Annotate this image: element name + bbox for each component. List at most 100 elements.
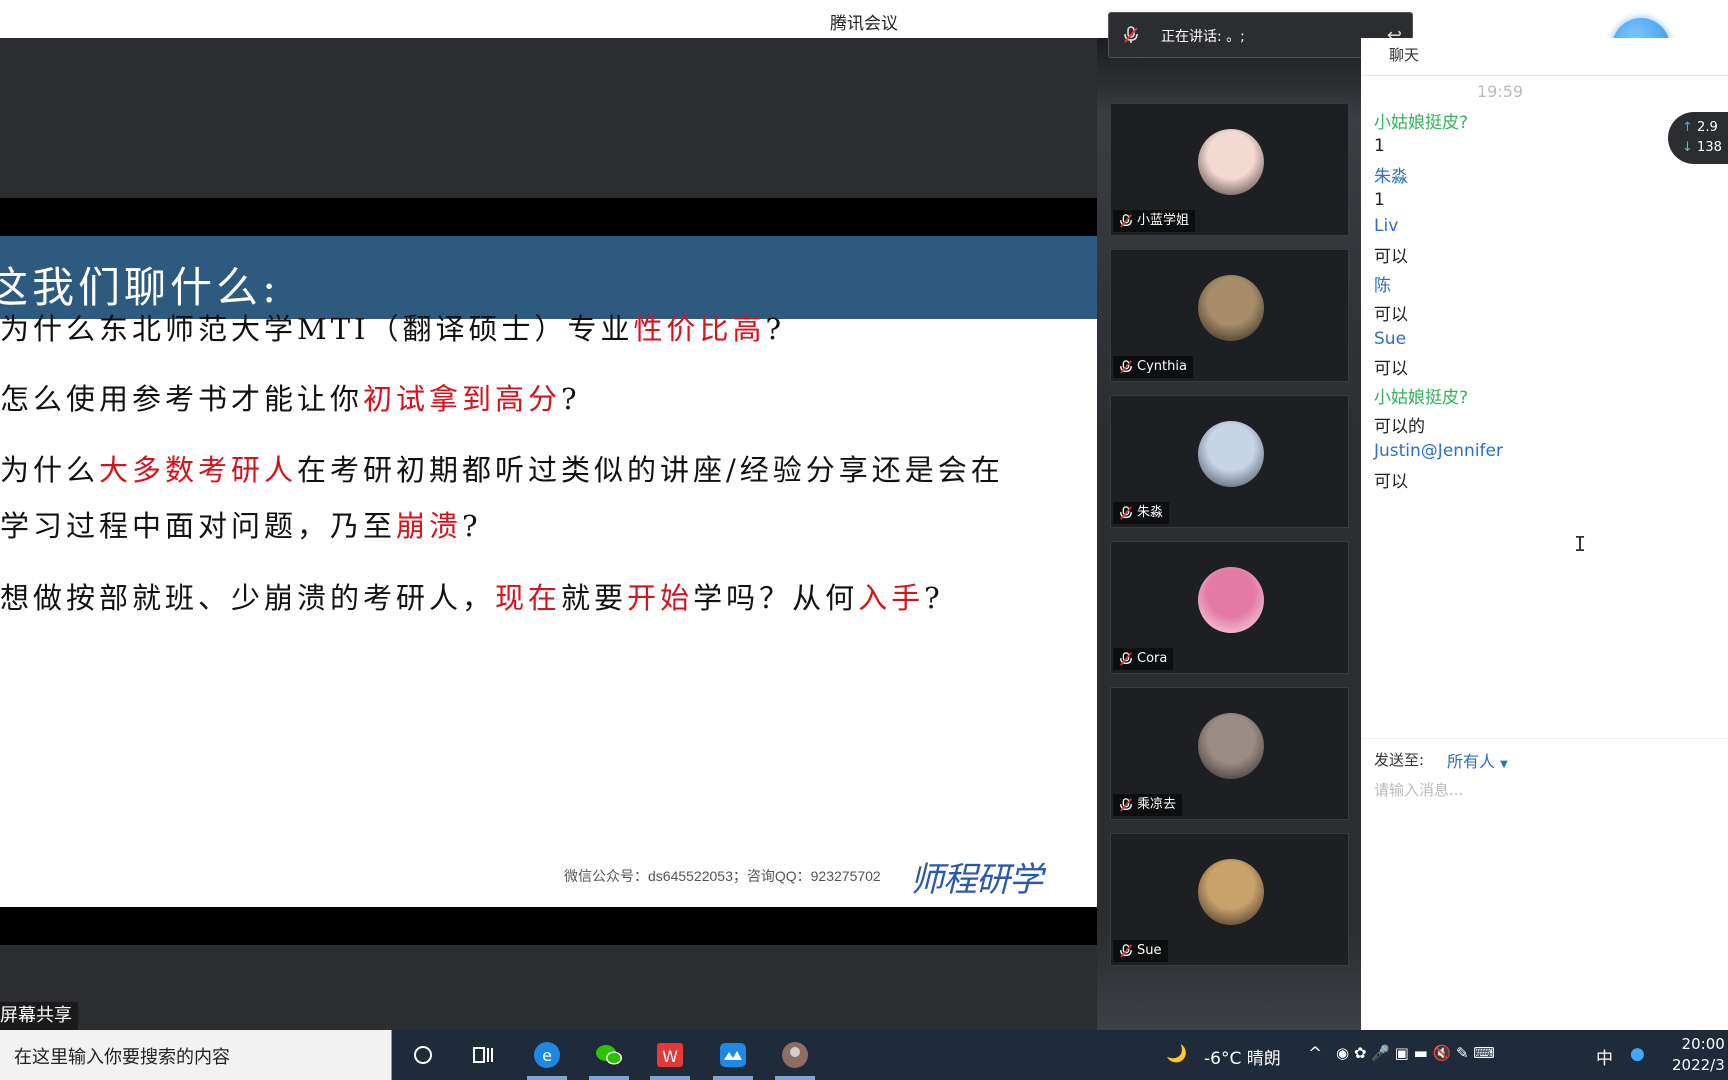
letterbox-top — [0, 198, 1097, 236]
download-arrow-icon: ↓ — [1682, 140, 1693, 155]
slide-text: ? — [561, 382, 581, 416]
participant-name: Cora — [1137, 651, 1168, 666]
presentation-slide: 这我们聊什么: 为什么东北师范大学MTI（翻译硕士）专业性价比高? 怎么使用参考书… — [0, 236, 1097, 907]
participant-name-bar: Cynthia — [1113, 356, 1193, 378]
title-bar: 腾讯会议 — [0, 0, 1728, 38]
text-cursor-icon: I — [1574, 532, 1587, 556]
photo-app-icon[interactable] — [780, 1040, 810, 1070]
participant-name-bar: 朱淼 — [1113, 502, 1170, 524]
slide-footer: 微信公众号：ds645522053；咨询QQ：923275702 — [564, 868, 881, 884]
slide-highlight: 开始 — [627, 581, 694, 615]
chat-message-text: 可以 — [1374, 305, 1408, 325]
mic-muted-icon — [1120, 652, 1132, 666]
moon-icon: 🌙 — [1166, 1044, 1188, 1064]
slide-highlight: 现在 — [495, 581, 562, 615]
tray-icons[interactable]: ◉ ✿ 🎤 ▣ ▬ 🔇 ✎ ⌨ — [1336, 1044, 1495, 1062]
weather-text[interactable]: -6°C 晴朗 — [1204, 1044, 1281, 1069]
chat-message-text: 1 — [1374, 190, 1385, 210]
clock-date: 2022/3 — [1672, 1056, 1725, 1074]
slide-line: 为什么大多数考研人在考研初期都听过类似的讲座/经验分享还是会在 — [0, 447, 1004, 489]
letterbox-bottom — [0, 907, 1097, 945]
participant-tile[interactable]: 朱淼 — [1110, 395, 1349, 528]
caret-down-icon: ▼ — [1500, 759, 1508, 770]
photo-active-indicator — [775, 1076, 815, 1080]
upload-speed: 2.9 — [1697, 120, 1718, 135]
wps-icon[interactable]: W — [655, 1040, 685, 1070]
task-view-icon[interactable] — [468, 1040, 498, 1070]
taskbar-search-placeholder: 在这里输入你要搜索的内容 — [14, 1047, 230, 1068]
mic-muted-icon — [1120, 798, 1132, 812]
chat-input[interactable]: 请输入消息... — [1374, 779, 1463, 800]
network-speed-badge: ↑ 2.9 ↓ 138 — [1668, 112, 1728, 164]
screen-share-label: 屏幕共享 — [0, 1002, 78, 1030]
participant-avatar — [1198, 421, 1264, 487]
slide-line: 为什么东北师范大学MTI（翻译硕士）专业性价比高? — [0, 306, 785, 348]
chevron-up-icon[interactable]: ^ — [1308, 1044, 1322, 1064]
mic-muted-icon — [1124, 26, 1138, 43]
ime-indicator[interactable]: 中 — [1596, 1044, 1613, 1069]
cortana-icon[interactable] — [408, 1040, 438, 1070]
slide-highlight: 入手 — [858, 581, 925, 615]
send-target-value: 所有人 — [1447, 752, 1496, 771]
chat-sender-name[interactable]: 陈 — [1374, 271, 1391, 296]
participant-avatar — [1198, 275, 1264, 341]
chat-message-text: 可以 — [1374, 472, 1408, 492]
slide-text: 为什么 — [0, 453, 100, 487]
slide-highlight: 大多数考研人 — [99, 453, 298, 487]
chat-sender-name[interactable]: Sue — [1374, 329, 1406, 349]
edge-active-indicator — [527, 1076, 567, 1080]
wechat-icon[interactable] — [594, 1040, 624, 1070]
edge-browser-icon[interactable]: e — [532, 1040, 562, 1070]
participant-name: 小蓝学姐 — [1137, 213, 1190, 228]
chat-timestamp: 19:59 — [1476, 82, 1524, 101]
participant-name-bar: 小蓝学姐 — [1113, 210, 1196, 232]
chat-sender-name[interactable]: 小姑娘挺皮? — [1374, 108, 1468, 133]
chat-header: 聊天 — [1361, 38, 1728, 76]
mic-muted-icon — [1120, 214, 1132, 228]
video-panel: 小蓝学姐 Cynthia 朱淼 Cora 乘凉去 Sue — [1097, 38, 1361, 1030]
participant-tile[interactable]: Sue — [1110, 833, 1349, 966]
chat-message-text: 可以的 — [1374, 417, 1425, 437]
participant-name: 乘凉去 — [1137, 797, 1177, 812]
chat-sender-name[interactable]: Justin@Jennifer — [1374, 441, 1503, 461]
participant-tile[interactable]: 乘凉去 — [1110, 687, 1349, 820]
participant-name-bar: 乘凉去 — [1113, 794, 1183, 816]
sogou-ime-icon[interactable]: ● — [1630, 1044, 1645, 1064]
slide-text: 学吗？从何 — [693, 581, 859, 615]
chat-message-text: 可以 — [1374, 359, 1408, 379]
mic-muted-icon — [1120, 506, 1132, 520]
taskbar-search[interactable]: 在这里输入你要搜索的内容 — [0, 1030, 392, 1080]
slide-logo: 师程研学 — [910, 860, 1043, 900]
slide-line: 怎么使用参考书才能让你初试拿到高分? — [0, 376, 581, 418]
speaking-text: 正在讲话: 。; — [1161, 29, 1245, 45]
svg-text:e: e — [542, 1046, 552, 1065]
participant-tile[interactable]: 小蓝学姐 — [1110, 103, 1349, 236]
participant-name: Sue — [1137, 943, 1162, 958]
chat-sender-name[interactable]: 小姑娘挺皮? — [1374, 383, 1468, 408]
system-clock[interactable]: 20:00 2022/3 — [1672, 1034, 1725, 1076]
download-speed: 138 — [1697, 140, 1722, 155]
participant-avatar — [1198, 129, 1264, 195]
participant-avatar — [1198, 713, 1264, 779]
slide-highlight: 崩溃 — [396, 509, 463, 543]
participant-tile[interactable]: Cynthia — [1110, 249, 1349, 382]
participant-tile[interactable]: Cora — [1110, 541, 1349, 674]
slide-highlight: 性价比高 — [633, 312, 766, 346]
mic-muted-icon — [1120, 944, 1132, 958]
clock-time: 20:00 — [1681, 1035, 1725, 1053]
slide-text: 想做按部就班、少崩溃的考研人， — [0, 581, 496, 615]
wps-active-indicator — [650, 1076, 690, 1080]
chat-sender-name[interactable]: 朱淼 — [1374, 162, 1408, 187]
taskbar: 在这里输入你要搜索的内容 e W 🌙 -6°C 晴朗 ^ ◉ ✿ 🎤 ▣ ▬ 🔇… — [0, 1030, 1728, 1080]
send-target-select[interactable]: 所有人 ▼ — [1447, 748, 1508, 772]
send-to-label: 发送至: — [1374, 751, 1425, 769]
slide-line: 学习过程中面对问题，乃至崩溃? — [0, 503, 482, 545]
slide-text: 怎么使用参考书才能让你 — [0, 382, 364, 416]
chat-message-text: 可以 — [1374, 247, 1408, 267]
screen-share-area: 这我们聊什么: 为什么东北师范大学MTI（翻译硕士）专业性价比高? 怎么使用参考书… — [0, 38, 1097, 1030]
chat-title: 聊天 — [1389, 46, 1420, 64]
chat-sender-name[interactable]: Liv — [1374, 216, 1398, 236]
tencent-meeting-icon[interactable] — [718, 1040, 748, 1070]
chat-panel: 聊天 19:59 小姑娘挺皮? 1 朱淼 1 Liv 可以陈可以 Sue 可以 小姑娘挺皮? 可以… — [1361, 38, 1728, 1030]
slide-text: ? — [765, 312, 786, 346]
